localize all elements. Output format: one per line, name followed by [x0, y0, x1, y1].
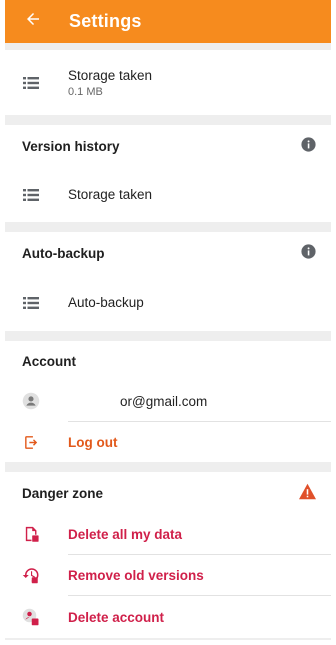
- list-icon: [22, 186, 40, 204]
- delete-all-data-button[interactable]: Delete all my data: [5, 514, 331, 554]
- delete-data-icon: [22, 525, 40, 543]
- version-history-storage-row[interactable]: Storage taken: [5, 167, 331, 222]
- page-title: Settings: [69, 11, 142, 31]
- remove-old-versions-button[interactable]: Remove old versions: [5, 555, 331, 595]
- back-button[interactable]: [19, 8, 47, 36]
- account-email: or@gmail.com: [120, 393, 208, 409]
- logout-button[interactable]: Log out: [5, 422, 331, 462]
- logout-icon: [22, 433, 40, 451]
- delete-account-label: Delete account: [68, 609, 165, 625]
- storage-row[interactable]: Storage taken 0.1 MB: [5, 50, 331, 115]
- danger-zone-header: Danger zone: [5, 472, 331, 514]
- auto-backup-header: Auto-backup: [5, 232, 331, 274]
- auto-backup-title: Auto-backup: [22, 245, 105, 261]
- storage-value: 0.1 MB: [68, 85, 103, 98]
- auto-backup-card: Auto-backup Auto-backup: [5, 232, 331, 331]
- remove-versions-icon: [22, 566, 40, 584]
- account-email-row[interactable]: or@gmail.com: [5, 381, 331, 421]
- app-bar: Settings: [5, 0, 331, 43]
- account-card: Account or@gmail.com Log out: [5, 341, 331, 462]
- settings-screen: Settings Storage taken 0.1 MB Version hi…: [5, 0, 331, 640]
- arrow-left-icon: [24, 10, 42, 33]
- delete-all-data-label: Delete all my data: [68, 526, 183, 542]
- storage-label: Storage taken: [68, 67, 153, 83]
- auto-backup-label: Auto-backup: [68, 295, 144, 310]
- info-icon[interactable]: [300, 136, 317, 156]
- version-history-title: Version history: [22, 138, 120, 154]
- logout-label: Log out: [68, 434, 118, 450]
- version-history-storage-label: Storage taken: [68, 187, 153, 202]
- danger-zone-title: Danger zone: [22, 485, 104, 501]
- list-icon: [22, 294, 40, 312]
- version-history-header: Version history: [5, 125, 331, 167]
- account-header: Account: [5, 341, 331, 381]
- storage-text: Storage taken 0.1 MB: [68, 68, 152, 98]
- remove-old-versions-label: Remove old versions: [68, 567, 204, 583]
- list-icon: [22, 74, 40, 92]
- warning-icon: [298, 483, 317, 503]
- delete-account-icon: [22, 608, 40, 626]
- version-history-card: Version history Storage taken: [5, 125, 331, 222]
- delete-account-button[interactable]: Delete account: [5, 596, 331, 638]
- auto-backup-row[interactable]: Auto-backup: [5, 274, 331, 331]
- danger-zone-card: Danger zone Delete all my data Remove ol…: [5, 472, 331, 638]
- account-title: Account: [22, 353, 76, 369]
- person-icon: [22, 392, 40, 410]
- storage-card: Storage taken 0.1 MB: [5, 50, 331, 115]
- info-icon[interactable]: [300, 243, 317, 263]
